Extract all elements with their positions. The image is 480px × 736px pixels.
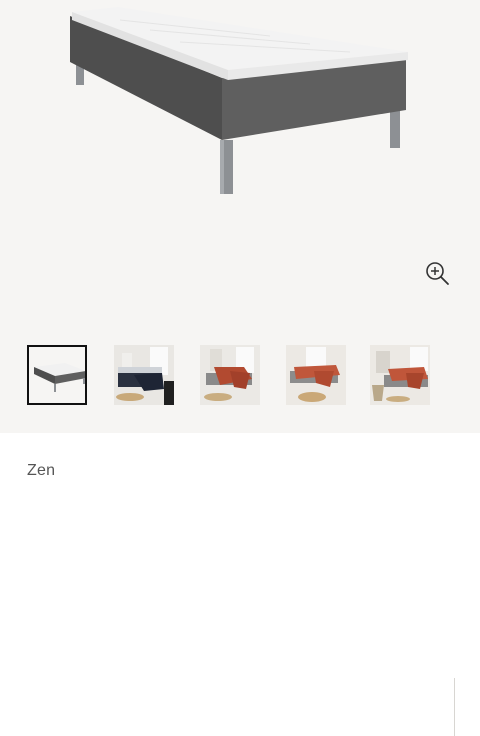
thumbnail-2[interactable] — [114, 345, 174, 405]
product-name: Zen — [27, 462, 56, 479]
thumbnail-scroll-divider — [454, 678, 455, 736]
box-bed-illustration — [70, 7, 408, 194]
thumbnail-4[interactable] — [286, 345, 346, 405]
main-product-image[interactable] — [0, 0, 480, 333]
thumbnail-3[interactable] — [200, 345, 260, 405]
thumbnail-1[interactable] — [27, 345, 87, 405]
zoom-in-icon — [426, 262, 449, 285]
thumbnail-strip — [0, 333, 480, 736]
thumbnail-5[interactable] — [370, 345, 430, 405]
zoom-button[interactable] — [424, 260, 450, 286]
